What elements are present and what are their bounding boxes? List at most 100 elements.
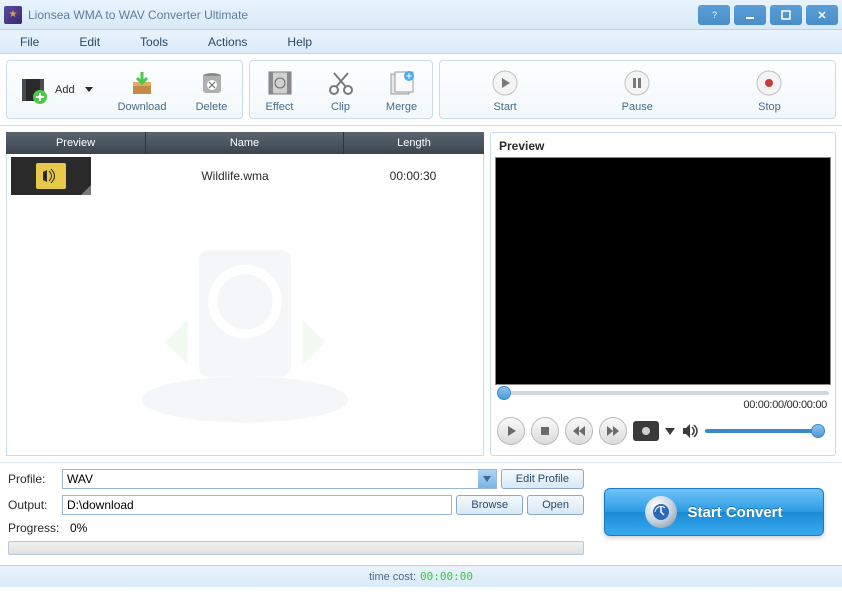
add-label: Add [55, 84, 75, 96]
open-button[interactable]: Open [527, 495, 584, 515]
watermark-icon [105, 204, 385, 434]
stop-control[interactable] [531, 417, 559, 445]
clip-icon [325, 67, 357, 99]
merge-label: Merge [386, 101, 417, 113]
profile-select[interactable]: WAV [62, 469, 497, 489]
time-cost-value: 00:00:00 [420, 570, 473, 583]
progress-value: 0% [70, 521, 87, 535]
progress-row: Progress: 0% [8, 521, 584, 535]
clip-button[interactable]: Clip [311, 63, 371, 117]
titlebar: Lionsea WMA to WAV Converter Ultimate ? [0, 0, 842, 30]
fold-corner-icon [81, 185, 91, 195]
menu-actions[interactable]: Actions [208, 35, 247, 49]
start-button[interactable]: Start [440, 63, 571, 117]
output-field[interactable]: D:\download [62, 495, 452, 515]
video-preview[interactable] [495, 157, 831, 385]
column-length[interactable]: Length [344, 132, 484, 154]
file-name: Wildlife.wma [127, 169, 343, 183]
main-area: Preview Name Length Wildlife.wma 00:00:3… [0, 126, 842, 462]
add-icon [17, 74, 49, 106]
browse-button[interactable]: Browse [456, 495, 523, 515]
clip-label: Clip [331, 101, 350, 113]
start-convert-button[interactable]: Start Convert [604, 488, 824, 536]
toolbar-group-playback: Start Pause Stop [439, 60, 837, 119]
audio-icon [36, 163, 66, 189]
profile-value: WAV [67, 472, 93, 486]
delete-icon [196, 67, 228, 99]
download-button[interactable]: Download [104, 63, 181, 117]
pause-icon [621, 67, 653, 99]
stop-button[interactable]: Stop [704, 63, 835, 117]
effect-button[interactable]: Effect [250, 63, 310, 117]
progress-label: Progress: [8, 521, 66, 535]
toolbar-group-edit: Effect Clip Merge [249, 60, 433, 119]
toolbar: Add Download Delete Effect Clip Merge [0, 54, 842, 126]
start-label: Start [493, 101, 516, 113]
snapshot-button[interactable] [633, 421, 659, 441]
svg-text:?: ? [712, 10, 717, 20]
menu-tools[interactable]: Tools [140, 35, 168, 49]
playback-controls [495, 411, 831, 451]
convert-label: Start Convert [687, 504, 782, 521]
profile-label: Profile: [8, 472, 58, 486]
preview-title: Preview [495, 137, 831, 157]
file-row[interactable]: Wildlife.wma 00:00:30 [7, 154, 483, 198]
seek-slider[interactable] [497, 391, 829, 395]
time-cost-label: time cost: [369, 571, 416, 583]
pause-label: Pause [622, 101, 653, 113]
file-thumbnail-cell [7, 154, 147, 198]
close-button[interactable] [806, 5, 838, 25]
stop-label: Stop [758, 101, 781, 113]
pause-button[interactable]: Pause [572, 63, 703, 117]
app-icon [4, 6, 22, 24]
file-list[interactable]: Wildlife.wma 00:00:30 [6, 154, 484, 456]
effect-icon [264, 67, 296, 99]
progress-bar [8, 541, 584, 555]
seek-row [495, 385, 831, 397]
menubar: File Edit Tools Actions Help [0, 30, 842, 54]
file-thumbnail [11, 157, 91, 195]
forward-control[interactable] [599, 417, 627, 445]
edit-profile-button[interactable]: Edit Profile [501, 469, 584, 489]
output-value: D:\download [67, 498, 134, 512]
menu-edit[interactable]: Edit [79, 35, 100, 49]
maximize-button[interactable] [770, 5, 802, 25]
merge-button[interactable]: Merge [372, 63, 432, 117]
minimize-button[interactable] [734, 5, 766, 25]
toolbar-group-file: Add Download Delete [6, 60, 243, 119]
merge-icon [386, 67, 418, 99]
download-icon [126, 67, 158, 99]
menu-help[interactable]: Help [287, 35, 312, 49]
play-control[interactable] [497, 417, 525, 445]
file-length: 00:00:30 [343, 169, 483, 183]
chevron-down-icon [85, 87, 93, 92]
time-display: 00:00:00/00:00:00 [743, 399, 827, 411]
chevron-down-icon [478, 470, 496, 488]
volume-slider[interactable] [705, 429, 825, 433]
volume-handle[interactable] [811, 424, 825, 438]
profile-row: Profile: WAV Edit Profile [8, 469, 584, 489]
window-title: Lionsea WMA to WAV Converter Ultimate [28, 8, 698, 22]
bottom-panel: Profile: WAV Edit Profile Output: D:\dow… [0, 462, 842, 555]
window-buttons: ? [698, 5, 838, 25]
help-window-button[interactable]: ? [698, 5, 730, 25]
stop-record-icon [753, 67, 785, 99]
download-label: Download [118, 101, 167, 113]
delete-button[interactable]: Delete [182, 63, 242, 117]
output-row: Output: D:\download Browse Open [8, 495, 584, 515]
play-icon [489, 67, 521, 99]
settings-form: Profile: WAV Edit Profile Output: D:\dow… [8, 469, 584, 555]
add-button[interactable]: Add [7, 70, 103, 110]
statusbar: time cost: 00:00:00 [0, 565, 842, 587]
effect-label: Effect [266, 101, 294, 113]
menu-file[interactable]: File [20, 35, 39, 49]
volume-icon[interactable] [681, 423, 699, 439]
file-list-pane: Preview Name Length Wildlife.wma 00:00:3… [6, 132, 484, 456]
column-preview[interactable]: Preview [6, 132, 146, 154]
column-name[interactable]: Name [146, 132, 344, 154]
rewind-control[interactable] [565, 417, 593, 445]
snapshot-dropdown[interactable] [665, 428, 675, 435]
seek-handle[interactable] [497, 386, 511, 400]
convert-area: Start Convert [594, 469, 834, 555]
convert-icon [645, 496, 677, 528]
